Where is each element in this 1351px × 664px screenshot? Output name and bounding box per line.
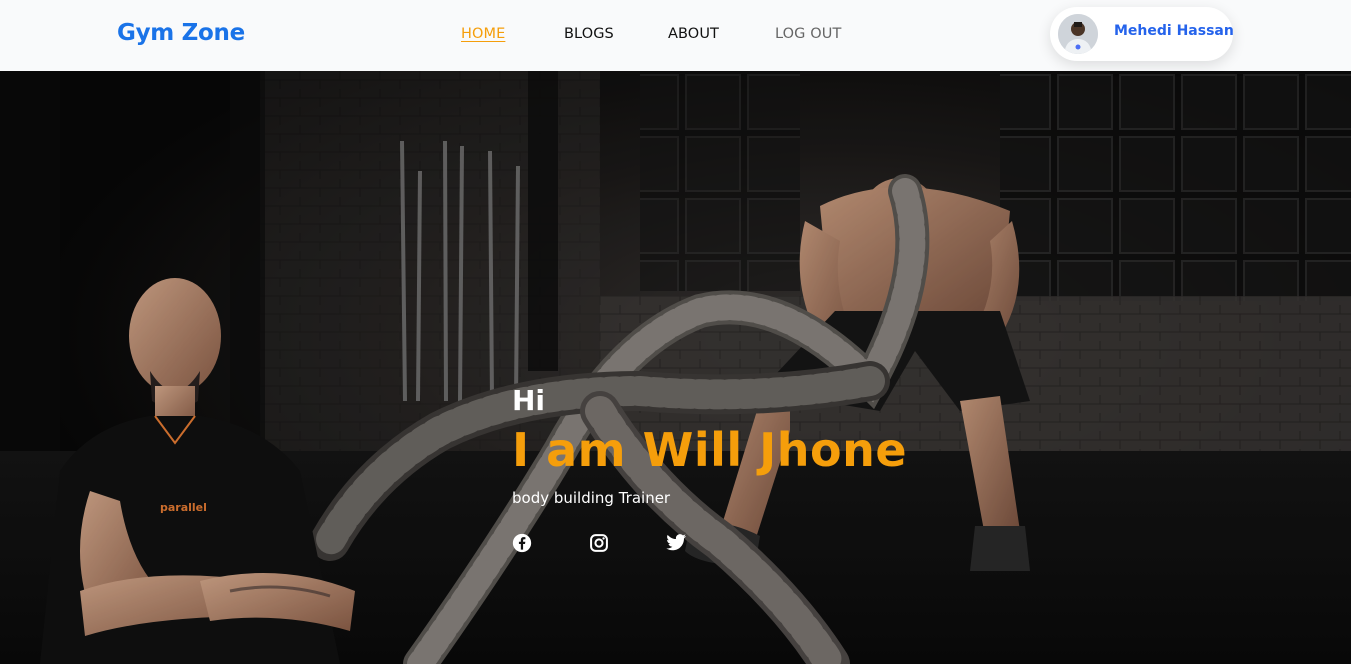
- twitter-icon[interactable]: [665, 533, 687, 555]
- user-avatar: [1058, 14, 1098, 54]
- nav-item-logout[interactable]: LOG OUT: [775, 26, 841, 42]
- user-avatar-photo: [1058, 14, 1098, 54]
- hero-headline: I am Will Jhone: [512, 423, 908, 477]
- hero-greeting: Hi: [512, 384, 546, 417]
- hero-background-image: parallel: [0, 71, 1351, 664]
- instagram-icon[interactable]: [589, 533, 611, 555]
- user-profile-chip[interactable]: Mehedi Hassan: [1050, 7, 1234, 61]
- nav-item-home[interactable]: HOME: [461, 26, 505, 42]
- user-name: Mehedi Hassan: [1114, 23, 1234, 39]
- hero-subtitle: body building Trainer: [512, 489, 671, 507]
- brand-logo[interactable]: Gym Zone: [117, 20, 245, 46]
- nav-item-blogs[interactable]: BLOGS: [564, 26, 614, 42]
- nav-item-about[interactable]: ABOUT: [668, 26, 719, 42]
- facebook-icon[interactable]: [512, 533, 534, 555]
- top-navbar: Gym Zone HOME BLOGS ABOUT LOG OUT Mehedi…: [0, 0, 1351, 71]
- hero-section: parallel Hi I am Will Jhone body buildin…: [0, 71, 1351, 664]
